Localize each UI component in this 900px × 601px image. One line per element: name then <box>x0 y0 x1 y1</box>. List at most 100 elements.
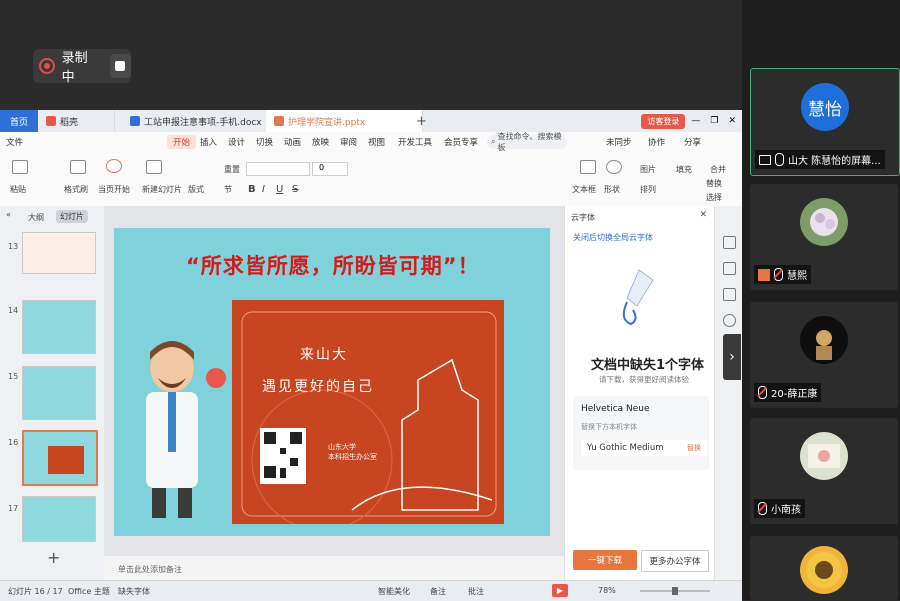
section-label[interactable]: 节 <box>224 184 232 195</box>
collapse-panel-icon[interactable]: « <box>6 210 11 219</box>
fill-label[interactable]: 填充 <box>676 164 692 175</box>
bold-button[interactable]: B <box>248 184 256 195</box>
participant-tile[interactable]: 慧熙 <box>750 184 898 290</box>
close-pane-icon[interactable]: ✕ <box>699 210 707 220</box>
notes-toggle[interactable]: 备注 <box>430 586 446 597</box>
italic-button[interactable]: I <box>262 184 265 195</box>
panel-tabs: « 大纲 幻灯片 <box>0 206 104 224</box>
notes-area[interactable]: 单击此处添加备注 <box>104 556 564 580</box>
merge-label[interactable]: 合并 <box>710 164 726 175</box>
textbox-icon[interactable] <box>580 160 596 174</box>
menu-view[interactable]: 视图 <box>368 136 385 148</box>
maximize-icon[interactable]: ❐ <box>710 116 718 126</box>
command-search-input[interactable]: ⌕ 查找命令、搜索模板 <box>487 132 567 152</box>
slide-title[interactable]: “所求皆所愿，所盼皆可期”！ <box>186 250 480 280</box>
comments-toggle[interactable]: 批注 <box>468 586 484 597</box>
replace-button[interactable]: 替换 <box>687 443 701 453</box>
select-label[interactable]: 选择 <box>706 192 722 203</box>
underline-button[interactable]: U <box>276 184 283 195</box>
side-tool-strip <box>714 206 743 580</box>
add-slide-button[interactable]: + <box>47 548 60 567</box>
paste-icon[interactable] <box>12 160 28 174</box>
slide-thumbnail-17[interactable] <box>22 496 96 542</box>
more-fonts-button[interactable]: 更多办公字体 <box>641 550 709 572</box>
layout-label[interactable]: 版式 <box>188 184 204 195</box>
slide-canvas[interactable]: “所求皆所愿，所盼皆可期”！ 来山大 遇见更好的自己 山东大学 本科招生办公室 <box>114 228 550 536</box>
menu-developer[interactable]: 开发工具 <box>398 136 432 148</box>
slide-thumbnail-15[interactable] <box>22 366 96 420</box>
animation-icon[interactable] <box>723 262 736 275</box>
font-size-field[interactable]: 0 <box>312 162 348 176</box>
format-painter-icon[interactable] <box>70 160 86 174</box>
zoom-level[interactable]: 78% <box>598 586 616 595</box>
shape-label[interactable]: 形状 <box>604 184 620 195</box>
transition-icon[interactable] <box>723 288 736 301</box>
collapse-video-panel-button[interactable]: › <box>723 334 741 380</box>
font-name-field[interactable] <box>246 162 310 176</box>
new-slide-icon[interactable] <box>146 160 162 174</box>
tab-home[interactable]: 首页 <box>0 110 38 132</box>
tab-docer[interactable]: 稻壳 <box>38 110 115 132</box>
missing-font-status[interactable]: 缺失字体 <box>118 586 150 597</box>
paste-label[interactable]: 粘贴 <box>10 184 26 195</box>
strikethrough-button[interactable]: S <box>292 184 298 195</box>
zoom-slider-handle[interactable] <box>672 587 678 595</box>
sync-status[interactable]: 未同步 <box>606 136 632 148</box>
start-show-label[interactable]: 当页开始 <box>98 184 130 195</box>
start-show-icon[interactable] <box>106 159 122 173</box>
tab-docx[interactable]: 工站申报注意事项-手机.docx <box>122 110 279 132</box>
reset-label[interactable]: 重置 <box>224 164 240 175</box>
doctor-illustration <box>146 341 226 518</box>
avatar <box>800 316 848 364</box>
shape-icon[interactable] <box>606 160 622 174</box>
properties-icon[interactable] <box>723 236 736 249</box>
zoom-slider[interactable] <box>640 587 710 595</box>
menu-animation[interactable]: 动画 <box>284 136 301 148</box>
textbox-label[interactable]: 文本框 <box>572 184 596 195</box>
new-slide-label[interactable]: 新建幻灯片 <box>142 184 182 195</box>
menu-design[interactable]: 设计 <box>228 136 245 148</box>
tab-pptx[interactable]: 护理学院宣讲.pptx <box>266 110 423 132</box>
window-controls: 访客登录 — ❐ ✕ <box>641 110 742 132</box>
menu-home[interactable]: 开始 <box>167 135 197 149</box>
picture-label[interactable]: 图片 <box>640 164 656 175</box>
poster-slogan-line1: 来山大 <box>300 347 348 363</box>
menu-insert[interactable]: 插入 <box>200 136 217 148</box>
participant-tile[interactable]: 20-薛正康 <box>750 302 898 408</box>
tab-outline[interactable]: 大纲 <box>28 212 44 223</box>
play-slideshow-button[interactable]: ▶ <box>552 584 568 597</box>
replacement-font-select[interactable]: Yu Gothic Medium 替换 <box>581 440 707 456</box>
download-all-button[interactable]: 一键下载 <box>573 550 637 570</box>
close-icon[interactable]: ✕ <box>728 116 736 126</box>
participant-tile[interactable]: 小南孩 <box>750 418 898 524</box>
menu-review[interactable]: 审阅 <box>340 136 357 148</box>
replace-label[interactable]: 替换 <box>706 178 722 189</box>
participant-tile[interactable] <box>750 536 898 600</box>
menu-transition[interactable]: 切换 <box>256 136 273 148</box>
slide-thumbnail-13[interactable] <box>22 232 96 274</box>
menu-member[interactable]: 会员专享 <box>444 136 478 148</box>
missing-font-heading: 文档中缺失1个字体 <box>591 358 705 373</box>
arrange-label[interactable]: 排列 <box>640 184 656 195</box>
cloud-font-icon[interactable] <box>723 314 736 327</box>
tab-label: 护理学院宣讲.pptx <box>288 117 366 128</box>
login-button[interactable]: 访客登录 <box>641 113 686 129</box>
slide-thumbnail-16[interactable] <box>22 430 98 486</box>
global-font-link[interactable]: 关闭后切换全局云字体 <box>573 232 653 243</box>
avatar <box>800 198 848 246</box>
wps-window: 首页 稻壳 工站申报注意事项-手机.docx 护理学院宣讲.pptx + 访客登… <box>0 110 743 601</box>
stop-recording-button[interactable] <box>109 54 131 78</box>
tab-slides[interactable]: 幻灯片 <box>56 210 88 223</box>
collaborate-button[interactable]: 协作 <box>648 136 665 148</box>
promo-poster-image[interactable]: 来山大 遇见更好的自己 山东大学 本科招生办公室 <box>232 300 504 524</box>
slide-thumbnail-14[interactable] <box>22 300 96 354</box>
menu-file[interactable]: 文件 <box>6 136 23 148</box>
format-painter-label[interactable]: 格式刷 <box>64 184 88 195</box>
minimize-icon[interactable]: — <box>691 116 700 126</box>
share-button[interactable]: 分享 <box>684 136 701 148</box>
participant-tile-sharer[interactable]: 慧怡 山大 陈慧怡的屏幕... <box>750 68 900 176</box>
menu-slideshow[interactable]: 放映 <box>312 136 329 148</box>
recording-indicator[interactable]: 录制中 <box>33 49 131 85</box>
new-tab-button[interactable]: + <box>416 110 427 132</box>
smart-beautify-button[interactable]: 智能美化 <box>378 586 410 597</box>
